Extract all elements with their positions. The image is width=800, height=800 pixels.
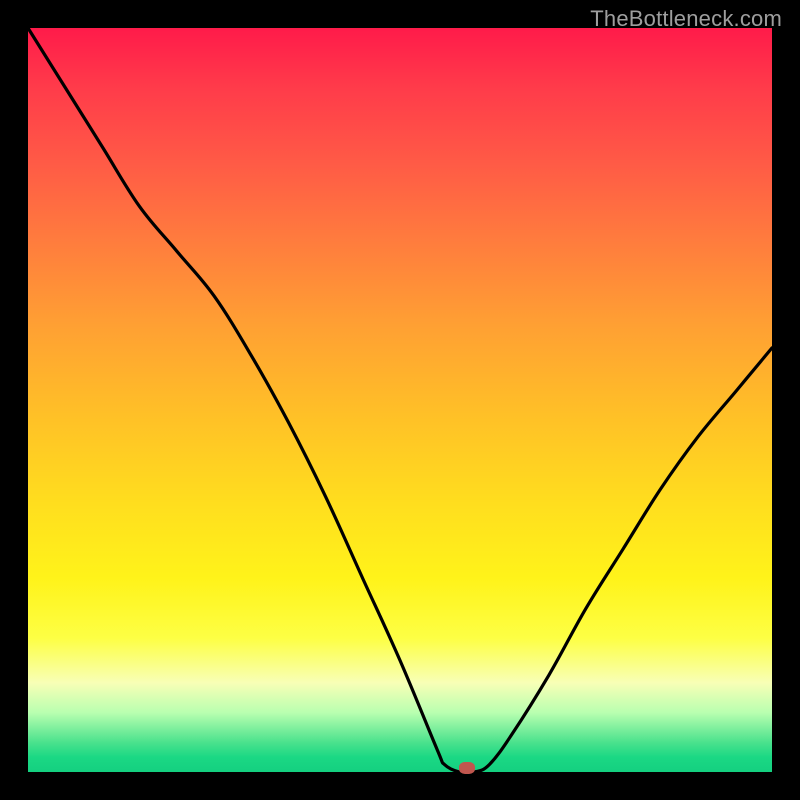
optimum-marker	[459, 762, 475, 774]
plot-area	[28, 28, 772, 772]
chart-frame: TheBottleneck.com	[0, 0, 800, 800]
bottleneck-curve	[28, 28, 772, 772]
curve-path	[28, 28, 772, 773]
